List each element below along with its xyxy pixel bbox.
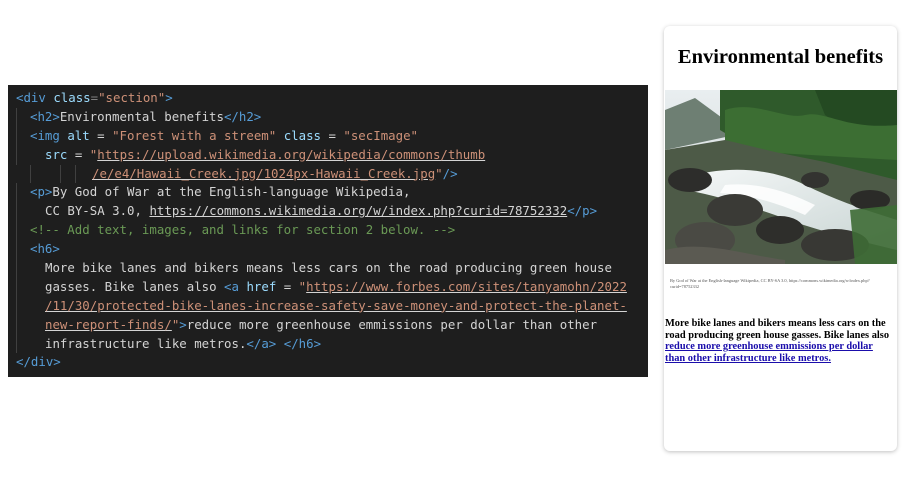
indent-guide [16, 296, 17, 316]
code-token-text: = [89, 127, 113, 143]
h6-text: More bike lanes and bikers means less ca… [665, 318, 890, 341]
code-token-str: " [435, 165, 443, 181]
code-token-tag: /> [442, 165, 458, 181]
indent-guide [16, 221, 17, 241]
code-line: <p>By God of War at the English-language… [8, 183, 648, 203]
indent-guide [16, 315, 17, 335]
code-token-text: CC BY-SA 3.0, [45, 203, 150, 219]
code-token-text: infrastructure like metros. [45, 335, 247, 351]
code-editor[interactable]: <div class="section"> <h2>Environmental b… [8, 85, 648, 377]
indent-guide [16, 183, 17, 203]
bike-lanes-paragraph: More bike lanes and bikers means less ca… [665, 318, 895, 364]
code-token-strlink: /11/30/protected-bike-lanes-increase-saf… [45, 297, 627, 313]
code-token-tag: <h2> [30, 108, 60, 124]
code-token-tag: <a [224, 278, 247, 294]
indent-guide [16, 202, 17, 222]
code-token-textlink: https://commons.wikimedia.org/w/index.ph… [149, 203, 568, 219]
code-line: </div> [8, 353, 648, 372]
code-token-attr: class [283, 127, 321, 143]
code-token-text: reduce more greenhouse emmissions per do… [186, 316, 598, 332]
code-line: /11/30/protected-bike-lanes-increase-saf… [8, 296, 648, 316]
section-heading: Environmental benefits [677, 46, 884, 68]
code-token-str: "Forest with a streem" [112, 127, 277, 143]
code-line: <div class="section"> [8, 89, 648, 108]
code-token-str: "secImage" [343, 127, 418, 143]
code-token-strlink: https://www.forbes.com/sites/tanyamohn/2… [306, 278, 627, 294]
code-token-text: By God of War at the English-language Wi… [52, 184, 411, 200]
code-token-tag: <img [30, 127, 68, 143]
code-token-tag: </h2> [223, 108, 262, 124]
code-line: /e/e4/Hawaii_Creek.jpg/1024px-Hawaii_Cre… [8, 164, 648, 184]
code-token-text: = [321, 127, 344, 143]
code-token-punct: = [90, 90, 99, 105]
code-token-text: More bike lanes and bikers means less ca… [45, 260, 612, 276]
code-token-text: = [276, 278, 299, 294]
code-token-tag: <div [16, 90, 54, 105]
code-token-attr: href [246, 278, 277, 294]
code-token-text: gasses. Bike lanes also [45, 278, 225, 294]
code-line: infrastructure like metros.</a> </h6> [8, 334, 648, 354]
code-token-tag: <p> [30, 184, 53, 200]
code-token-text: Environmental benefits [59, 108, 224, 124]
indent-guide [16, 145, 17, 165]
forbes-link[interactable]: reduce more greenhouse emmissions per do… [665, 341, 873, 364]
code-token-tag: > [179, 316, 187, 332]
code-line: <h6> [8, 240, 648, 260]
code-line: gasses. Bike lanes also <a href = "https… [8, 277, 648, 297]
code-token-text: = [67, 146, 90, 162]
code-token-comment: <!-- Add text, images, and links for sec… [30, 222, 456, 238]
code-token-strlink: https://upload.wikimedia.org/wikipedia/c… [97, 146, 486, 162]
code-line: CC BY-SA 3.0, https://commons.wikimedia.… [8, 202, 648, 222]
indent-guide [16, 126, 17, 146]
code-token-strlink: new-report-finds/ [45, 316, 172, 332]
code-token-tag: </a> [246, 335, 277, 351]
image-caption: By God of War at the English-language Wi… [670, 278, 870, 289]
code-line: new-report-finds/">reduce more greenhous… [8, 315, 648, 335]
indent-guide [16, 277, 17, 297]
code-line: More bike lanes and bikers means less ca… [8, 259, 648, 278]
code-token-tag: </div> [16, 354, 61, 370]
indent-guide [16, 240, 17, 260]
forest-stream-image [665, 90, 897, 264]
indent-guide [30, 164, 31, 184]
code-block: <div class="section"> <h2>Environmental b… [8, 89, 648, 372]
rendered-preview: Environmental benefits By God of War at … [664, 26, 897, 451]
code-token-tag: <h6> [30, 241, 60, 257]
indent-guide [16, 334, 17, 354]
code-token-tag: > [165, 90, 173, 105]
code-token-tag: </h6> [283, 335, 322, 351]
code-token-attr: alt [67, 127, 90, 143]
indent-guide [16, 259, 17, 278]
code-token-tag: </p> [567, 203, 598, 219]
code-token-attr: class [53, 90, 91, 105]
code-token-strlink: /e/e4/Hawaii_Creek.jpg/1024px-Hawaii_Cre… [92, 165, 436, 181]
code-line: src = "https://upload.wikimedia.org/wiki… [8, 145, 648, 165]
indent-guide [60, 164, 61, 184]
code-line: <img alt = "Forest with a streem" class … [8, 126, 648, 146]
code-token-str: "section" [98, 90, 166, 105]
indent-guide [16, 107, 17, 127]
indent-guide [75, 164, 76, 184]
code-line: <h2>Environmental benefits</h2> [8, 107, 648, 127]
code-token-attr: src [45, 146, 68, 162]
code-line: <!-- Add text, images, and links for sec… [8, 221, 648, 241]
